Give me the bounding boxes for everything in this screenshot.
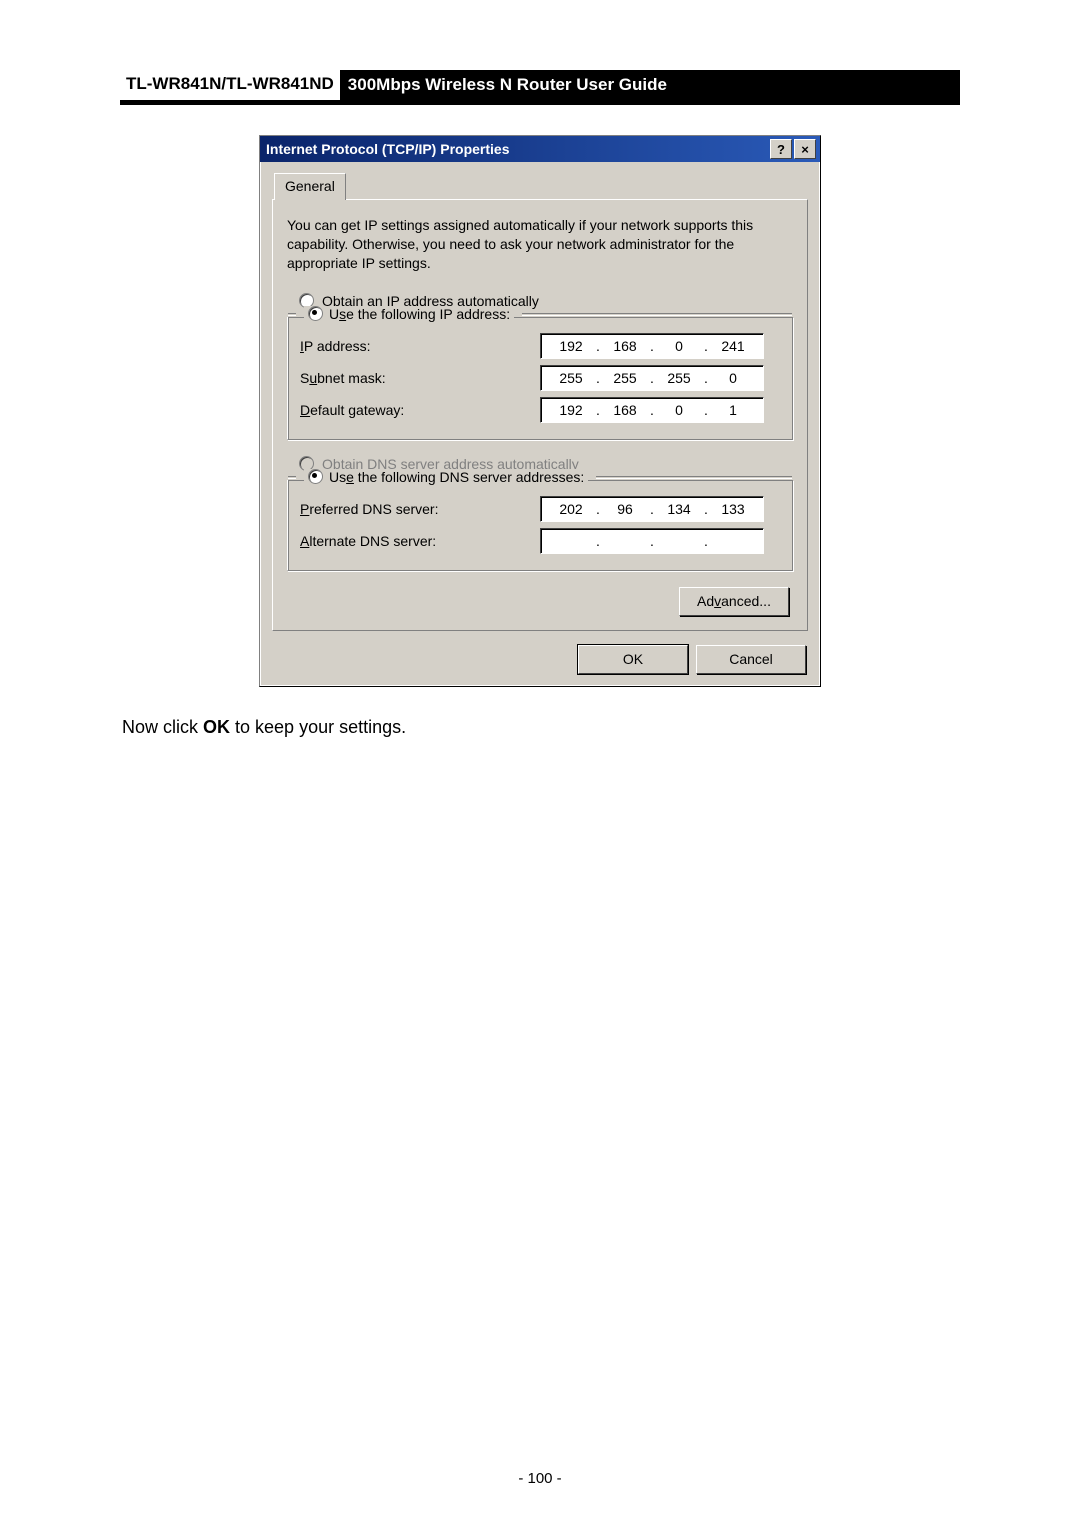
- radio-use-dns-row[interactable]: Use the following DNS server addresses:: [304, 469, 588, 485]
- label-subnet-mask: Subnet mask:: [300, 370, 540, 386]
- radio-use-dns-label: Use the following DNS server addresses:: [329, 469, 584, 485]
- label-default-gateway: Default gateway:: [300, 402, 540, 418]
- header-title: 300Mbps Wireless N Router User Guide: [340, 70, 960, 100]
- radio-use-ip-label: Use the following IP address:: [329, 306, 510, 322]
- instruction-text: Now click OK to keep your settings.: [122, 717, 960, 738]
- help-button[interactable]: ?: [770, 139, 792, 159]
- label-alternate-dns: Alternate DNS server:: [300, 533, 540, 549]
- ip-address-group: Use the following IP address: IP address…: [287, 317, 793, 440]
- dialog-title: Internet Protocol (TCP/IP) Properties: [264, 141, 509, 157]
- input-default-gateway[interactable]: 192. 168. 0. 1: [540, 397, 764, 423]
- dns-server-group: Use the following DNS server addresses: …: [287, 480, 793, 571]
- input-preferred-dns[interactable]: 202. 96. 134. 133: [540, 496, 764, 522]
- advanced-button[interactable]: Advanced...: [679, 587, 789, 616]
- radio-use-dns[interactable]: [308, 469, 323, 484]
- radio-use-ip-row[interactable]: Use the following IP address:: [304, 306, 514, 322]
- label-ip-address: IP address:: [300, 338, 540, 354]
- ok-button[interactable]: OK: [578, 645, 688, 674]
- tab-panel-general: You can get IP settings assigned automat…: [272, 199, 808, 631]
- input-ip-address[interactable]: 192. 168. 0. 241: [540, 333, 764, 359]
- page-number: - 100 -: [0, 1470, 1080, 1487]
- cancel-button[interactable]: Cancel: [696, 645, 806, 674]
- input-alternate-dns[interactable]: . . .: [540, 528, 764, 554]
- radio-use-ip[interactable]: [308, 306, 323, 321]
- label-preferred-dns: Preferred DNS server:: [300, 501, 540, 517]
- dialog-titlebar: Internet Protocol (TCP/IP) Properties ? …: [260, 136, 820, 162]
- document-header: TL-WR841N/TL-WR841ND 300Mbps Wireless N …: [120, 70, 960, 105]
- input-subnet-mask[interactable]: 255. 255. 255. 0: [540, 365, 764, 391]
- header-model: TL-WR841N/TL-WR841ND: [120, 74, 340, 96]
- tcpip-properties-dialog: Internet Protocol (TCP/IP) Properties ? …: [259, 135, 821, 687]
- tab-general[interactable]: General: [274, 173, 346, 200]
- close-button[interactable]: ×: [794, 139, 816, 159]
- description-text: You can get IP settings assigned automat…: [287, 216, 793, 273]
